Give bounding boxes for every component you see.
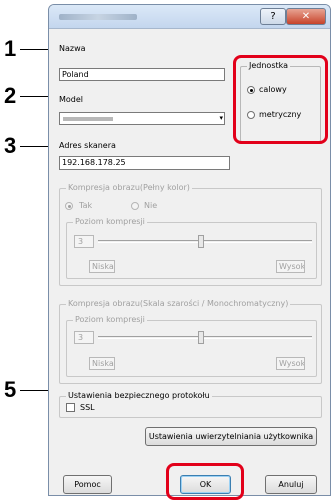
gray-compression-slider-track	[98, 336, 312, 339]
gray-compression-level-title: Poziom kompresji	[73, 315, 147, 324]
title-bar: ? ✕	[49, 5, 330, 29]
color-compression-level-value: 3	[74, 235, 94, 248]
color-compression-yes-label: Tak	[79, 201, 93, 210]
scanner-address-input[interactable]: 192.168.178.25	[59, 156, 230, 170]
user-auth-settings-button[interactable]: Ustawienia uwierzytelniania użytkownika	[145, 427, 317, 446]
callout-number-3: 3	[4, 133, 17, 158]
close-icon-button[interactable]: ✕	[286, 8, 326, 25]
color-compression-title: Kompresja obrazu(Pełny kolor)	[66, 183, 192, 192]
secure-protocol-title: Ustawienia bezpiecznego protokołu	[66, 391, 212, 400]
ssl-checkbox[interactable]	[66, 403, 75, 412]
model-value-blurred	[63, 117, 113, 121]
gray-compression-high-label: Wysoka	[276, 357, 305, 370]
name-label: Nazwa	[59, 44, 86, 53]
callout-number-5: 5	[4, 377, 17, 402]
window-title-blurred	[59, 14, 137, 20]
color-compression-radio-yes[interactable]	[65, 202, 73, 210]
color-compression-level-title: Poziom kompresji	[73, 217, 147, 226]
units-highlight-frame	[233, 55, 328, 144]
gray-compression-low-label: Niska	[89, 357, 115, 370]
gray-compression-level-value: 3	[74, 331, 94, 344]
help-button[interactable]: Pomoc	[63, 475, 112, 494]
color-compression-high-label: Wysoka	[276, 260, 305, 273]
callout-number-2: 2	[4, 83, 17, 108]
help-icon-button[interactable]: ?	[260, 8, 286, 25]
color-compression-radio-no[interactable]	[131, 202, 139, 210]
color-compression-low-label: Niska	[89, 260, 115, 273]
model-select[interactable]: ▾	[59, 112, 225, 125]
scanner-address-label: Adres skanera	[59, 141, 116, 150]
color-compression-slider-track	[98, 240, 312, 243]
name-input[interactable]: Poland	[59, 68, 225, 81]
gray-compression-slider-thumb[interactable]	[198, 331, 204, 344]
ok-highlight-frame	[166, 463, 244, 500]
ssl-label: SSL	[80, 403, 95, 412]
gray-compression-title: Kompresja obrazu(Skala szarości / Monoch…	[66, 299, 291, 308]
color-compression-no-label: Nie	[144, 201, 158, 210]
model-label: Model	[59, 95, 84, 104]
secure-protocol-group: Ustawienia bezpiecznego protokołu	[59, 391, 322, 418]
callout-number-1: 1	[4, 36, 17, 61]
cancel-button[interactable]: Anuluj	[265, 475, 317, 494]
color-compression-slider-thumb[interactable]	[198, 235, 204, 248]
chevron-down-icon: ▾	[219, 114, 223, 122]
